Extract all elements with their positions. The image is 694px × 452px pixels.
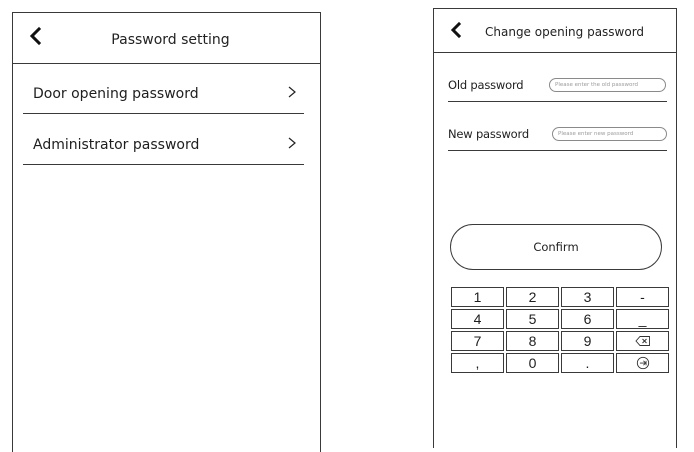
old-password-input[interactable] — [549, 78, 666, 92]
backspace-icon — [634, 336, 650, 346]
confirm-button[interactable]: Confirm — [450, 224, 662, 270]
menu-item-label: Administrator password — [33, 137, 200, 153]
key-hyphen[interactable]: - — [616, 287, 669, 307]
header: Change opening password — [434, 9, 676, 53]
old-password-row: Old password — [448, 71, 667, 102]
numeric-keypad: 1 2 3 - 4 5 6 _ 7 8 9 , 0 . — [451, 287, 669, 373]
key-8[interactable]: 8 — [506, 331, 559, 351]
key-backspace[interactable] — [616, 331, 669, 351]
key-underscore[interactable]: _ — [616, 309, 669, 329]
menu-item-door-opening-password[interactable]: Door opening password — [23, 71, 304, 114]
key-enter[interactable] — [616, 353, 669, 373]
key-5[interactable]: 5 — [506, 309, 559, 329]
old-password-label: Old password — [448, 78, 524, 92]
key-1[interactable]: 1 — [451, 287, 504, 307]
page-title: Change opening password — [485, 25, 645, 39]
page-title: Password setting — [111, 32, 230, 48]
key-0[interactable]: 0 — [506, 353, 559, 373]
chevron-left-icon[interactable] — [448, 21, 466, 39]
new-password-label: New password — [448, 127, 529, 141]
header: Password setting — [13, 13, 320, 64]
menu-item-administrator-password[interactable]: Administrator password — [23, 122, 304, 165]
password-setting-screen: Password setting Door opening password A… — [12, 12, 321, 452]
key-6[interactable]: 6 — [561, 309, 614, 329]
new-password-input[interactable] — [552, 127, 667, 141]
key-3[interactable]: 3 — [561, 287, 614, 307]
chevron-right-icon — [288, 137, 296, 149]
menu-item-label: Door opening password — [33, 86, 199, 102]
new-password-row: New password — [448, 120, 667, 151]
key-period[interactable]: . — [561, 353, 614, 373]
key-comma[interactable]: , — [451, 353, 504, 373]
key-2[interactable]: 2 — [506, 287, 559, 307]
key-7[interactable]: 7 — [451, 331, 504, 351]
enter-icon — [636, 356, 649, 370]
key-9[interactable]: 9 — [561, 331, 614, 351]
key-4[interactable]: 4 — [451, 309, 504, 329]
change-password-screen: Change opening password Old password New… — [433, 8, 677, 448]
chevron-right-icon — [288, 86, 296, 98]
